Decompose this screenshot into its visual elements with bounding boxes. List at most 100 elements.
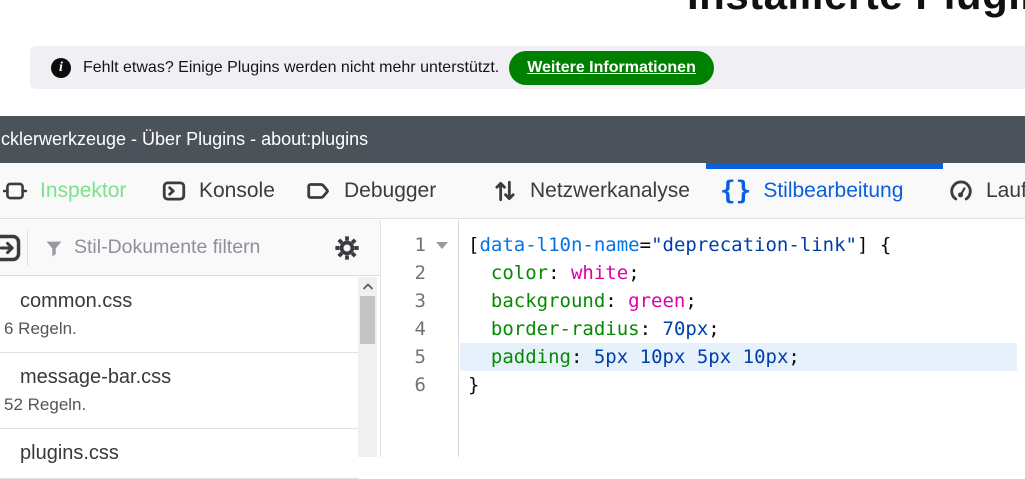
- code-token: ;: [628, 262, 639, 284]
- devtools-window: cklerwerkzeuge - Über Plugins - about:pl…: [0, 116, 1025, 457]
- filter-icon: [44, 238, 64, 258]
- toolbar-separator: [27, 229, 28, 266]
- gutter-row: 2: [382, 259, 458, 287]
- filter-stylesheets-input[interactable]: [74, 236, 325, 259]
- scrollbar-up-icon[interactable]: [358, 277, 377, 295]
- stylesheet-item[interactable]: common.css 6 Regeln.: [0, 277, 358, 353]
- tab-netzwerkanalyse[interactable]: Netzwerkanalyse: [478, 163, 704, 219]
- tab-label: Debugger: [344, 179, 436, 203]
- console-icon: [161, 178, 187, 204]
- code-token: [628, 346, 639, 368]
- stylesheet-list: common.css 6 Regeln. message-bar.css52 Reg…: [0, 277, 358, 479]
- active-tab-indicator: [706, 163, 943, 169]
- line-number: 4: [382, 318, 426, 340]
- stylesheet-rule-count: 6 Regeln.: [4, 318, 358, 340]
- sidebar-toolbar: [0, 220, 380, 276]
- debugger-icon: [306, 178, 332, 204]
- line-number: 2: [382, 262, 426, 284]
- code-token: 5px: [697, 346, 731, 368]
- options-button[interactable]: [333, 234, 361, 262]
- weitere-informationen-button[interactable]: Weitere Informationen: [509, 51, 714, 85]
- code-line[interactable]: color: white;: [460, 259, 1017, 287]
- code-token: :: [571, 346, 594, 368]
- deprecation-message-text: Fehlt etwas? Einige Plugins werden nicht…: [83, 59, 499, 77]
- editor-gutter: 1 2 3 4 5 6: [382, 220, 459, 457]
- tab-label: Inspektor: [40, 179, 126, 203]
- code-token: ;: [685, 290, 696, 312]
- code-token: data-l10n-name: [479, 234, 639, 256]
- gutter-row: 4: [382, 315, 458, 343]
- code-token: 10px: [640, 346, 686, 368]
- gutter-row: 3: [382, 287, 458, 315]
- style-editor-sidebar: common.css 6 Regeln. message-bar.css52 Reg…: [0, 220, 381, 457]
- tab-debugger[interactable]: Debugger: [292, 163, 450, 219]
- stylesheet-name: message-bar.css: [20, 364, 358, 390]
- tab-label: Netzwerkanalyse: [530, 179, 690, 203]
- code-token: ] {: [857, 234, 891, 256]
- code-token: border-radius: [491, 318, 640, 340]
- import-icon: [0, 233, 22, 263]
- stylesheet-name: common.css: [20, 288, 358, 314]
- tab-label: Konsole: [199, 179, 275, 203]
- code-line[interactable]: background: green;: [460, 287, 1017, 315]
- code-token: green: [628, 290, 685, 312]
- code-token: white: [571, 262, 628, 284]
- code-token: color: [491, 262, 548, 284]
- gutter-row: 5: [382, 343, 458, 371]
- info-icon: i: [51, 58, 71, 78]
- code-token: =: [640, 234, 651, 256]
- tab-laufzeitanalyse[interactable]: Laufzeitanalyse: [934, 163, 1025, 219]
- code-line[interactable]: [data-l10n-name="deprecation-link"] {: [460, 231, 1017, 259]
- code-token: 70px: [663, 318, 709, 340]
- code-line[interactable]: border-radius: 70px;: [460, 315, 1017, 343]
- stylesheet-name: plugins.css: [20, 440, 358, 466]
- code-token: 10px: [743, 346, 789, 368]
- devtools-tabbar: Inspektor Konsole Debugger Netzwerkanaly…: [0, 163, 1025, 219]
- gutter-row: 6: [382, 371, 458, 399]
- gauge-icon: [948, 178, 974, 204]
- code-token: background: [491, 290, 605, 312]
- network-icon: [492, 178, 518, 204]
- line-number: 6: [382, 374, 426, 396]
- gear-icon: [333, 234, 361, 262]
- code-token: :: [640, 318, 663, 340]
- gutter-row: 1: [382, 231, 458, 259]
- css-source-editor[interactable]: 1 2 3 4 5 6 [data-l10n-name="deprecation-link…: [382, 220, 1025, 457]
- code-token: padding: [491, 346, 571, 368]
- tab-label: Laufzeitanalyse: [986, 179, 1025, 203]
- fold-arrow-icon[interactable]: [436, 242, 448, 249]
- code-token: [468, 290, 491, 312]
- code-token: }: [468, 374, 479, 396]
- code-line[interactable]: padding: 5px 10px 5px 10px;: [460, 343, 1017, 371]
- line-number: 5: [382, 346, 426, 368]
- code-token: [685, 346, 696, 368]
- code-token: [731, 346, 742, 368]
- code-token: [468, 318, 491, 340]
- stylesheet-item[interactable]: message-bar.css52 Regeln.: [0, 353, 358, 429]
- deprecation-message-bar: i Fehlt etwas? Einige Plugins werden nic…: [30, 46, 1025, 89]
- style-editor-panel: common.css 6 Regeln. message-bar.css52 Reg…: [0, 220, 1025, 457]
- code-line[interactable]: }: [460, 371, 1017, 399]
- sidebar-scrollbar[interactable]: [358, 277, 377, 457]
- code-token: ;: [788, 346, 799, 368]
- line-number: 3: [382, 290, 426, 312]
- code-token: "deprecation-link": [651, 234, 857, 256]
- tab-konsole[interactable]: Konsole: [147, 163, 289, 219]
- tab-label: Stilbearbeitung: [763, 179, 903, 203]
- code-token: :: [548, 262, 571, 284]
- tab-stilbearbeitung[interactable]: {} Stilbearbeitung: [706, 163, 943, 219]
- code-token: [468, 262, 491, 284]
- fold-gutter: [426, 242, 458, 249]
- tab-inspektor[interactable]: Inspektor: [0, 163, 140, 219]
- code-token: 5px: [594, 346, 628, 368]
- page-title: Installierte Plugins: [687, 0, 1025, 19]
- stylesheet-item[interactable]: plugins.css: [0, 429, 358, 479]
- code-token: [: [468, 234, 479, 256]
- editor-code-area[interactable]: [data-l10n-name="deprecation-link"] { co…: [460, 220, 1025, 457]
- import-stylesheet-button[interactable]: [0, 233, 22, 268]
- inspector-icon: [2, 178, 28, 204]
- code-token: :: [605, 290, 628, 312]
- code-token: ;: [708, 318, 719, 340]
- scrollbar-thumb[interactable]: [360, 296, 375, 344]
- code-token: [468, 346, 491, 368]
